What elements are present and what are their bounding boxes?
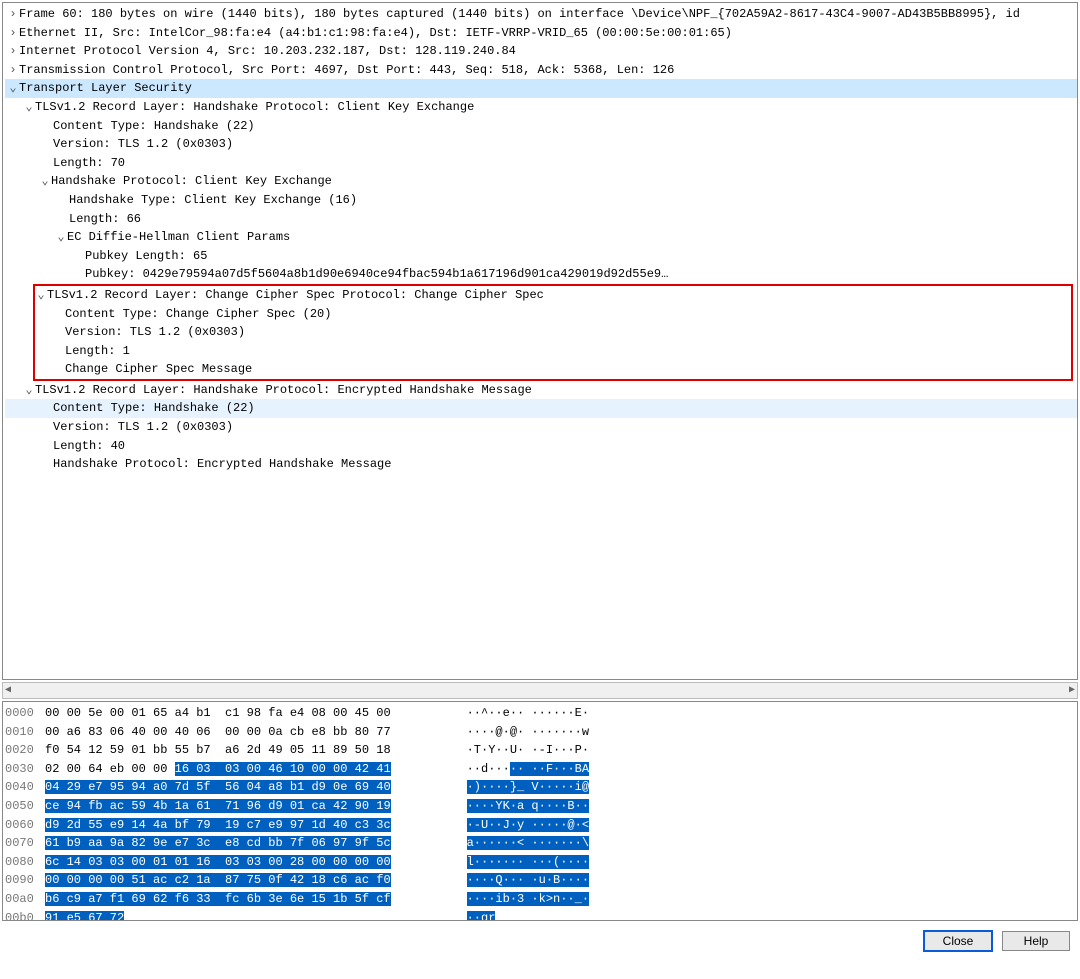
chevron-right-icon[interactable]: › bbox=[7, 24, 19, 43]
tree-row-eth[interactable]: ›Ethernet II, Src: IntelCor_98:fa:e4 (a4… bbox=[5, 24, 1077, 43]
tree-row-tls[interactable]: ⌄Transport Layer Security bbox=[5, 79, 1077, 98]
hex-bytes: 91 e5 67 72 bbox=[45, 909, 445, 921]
hex-offset: 00a0 bbox=[5, 890, 45, 909]
tree-row[interactable]: Length: 66 bbox=[5, 210, 1077, 229]
hex-row[interactable]: 003002 00 64 eb 00 00 16 03 03 00 46 10 … bbox=[5, 760, 1075, 779]
hex-row[interactable]: 009000 00 00 00 51 ac c2 1a 87 75 0f 42 … bbox=[5, 871, 1075, 890]
packet-details-tree[interactable]: ›Frame 60: 180 bytes on wire (1440 bits)… bbox=[2, 2, 1078, 680]
hex-row[interactable]: 0020f0 54 12 59 01 bb 55 b7 a6 2d 49 05 … bbox=[5, 741, 1075, 760]
hex-ascii: ····Q··· ·u·B···· bbox=[467, 871, 657, 890]
hex-row[interactable]: 00806c 14 03 03 00 01 01 16 03 03 00 28 … bbox=[5, 853, 1075, 872]
tree-row-handshake[interactable]: ⌄Handshake Protocol: Client Key Exchange bbox=[5, 172, 1077, 191]
tree-row-frame[interactable]: ›Frame 60: 180 bytes on wire (1440 bits)… bbox=[5, 5, 1077, 24]
tree-row[interactable]: Change Cipher Spec Message bbox=[35, 360, 1071, 379]
chevron-down-icon[interactable]: ⌄ bbox=[23, 381, 35, 400]
hex-ascii: ··^··e·· ······E· bbox=[467, 704, 657, 723]
hex-bytes: ce 94 fb ac 59 4b 1a 61 71 96 d9 01 ca 4… bbox=[45, 797, 445, 816]
hex-ascii: ··d····· ··F···BA bbox=[467, 760, 657, 779]
hex-bytes: 6c 14 03 03 00 01 01 16 03 03 00 28 00 0… bbox=[45, 853, 445, 872]
chevron-down-icon[interactable]: ⌄ bbox=[55, 228, 67, 247]
chevron-right-icon[interactable]: › bbox=[7, 5, 19, 24]
hex-bytes: 02 00 64 eb 00 00 16 03 03 00 46 10 00 0… bbox=[45, 760, 445, 779]
chevron-down-icon[interactable]: ⌄ bbox=[35, 286, 47, 305]
tree-row[interactable]: Pubkey Length: 65 bbox=[5, 247, 1077, 266]
hex-offset: 0080 bbox=[5, 853, 45, 872]
hex-offset: 00b0 bbox=[5, 909, 45, 921]
chevron-right-icon[interactable]: › bbox=[7, 42, 19, 61]
hex-offset: 0030 bbox=[5, 760, 45, 779]
tree-row[interactable]: Length: 40 bbox=[5, 437, 1077, 456]
hex-bytes: 00 00 5e 00 01 65 a4 b1 c1 98 fa e4 08 0… bbox=[45, 704, 445, 723]
hex-ascii: a······< ·······\ bbox=[467, 834, 657, 853]
tree-row[interactable]: Version: TLS 1.2 (0x0303) bbox=[5, 135, 1077, 154]
tree-row[interactable]: Handshake Protocol: Encrypted Handshake … bbox=[5, 455, 1077, 474]
chevron-down-icon[interactable]: ⌄ bbox=[7, 79, 19, 98]
hex-bytes: 00 00 00 00 51 ac c2 1a 87 75 0f 42 18 c… bbox=[45, 871, 445, 890]
tree-row[interactable]: Content Type: Change Cipher Spec (20) bbox=[35, 305, 1071, 324]
tree-row[interactable]: Length: 1 bbox=[35, 342, 1071, 361]
tree-row-record3[interactable]: ⌄TLSv1.2 Record Layer: Handshake Protoco… bbox=[5, 381, 1077, 400]
tree-row[interactable]: Content Type: Handshake (22) bbox=[5, 399, 1077, 418]
hex-bytes: b6 c9 a7 f1 69 62 f6 33 fc 6b 3e 6e 15 1… bbox=[45, 890, 445, 909]
hex-offset: 0070 bbox=[5, 834, 45, 853]
hex-offset: 0040 bbox=[5, 778, 45, 797]
hex-offset: 0020 bbox=[5, 741, 45, 760]
tree-row[interactable]: Pubkey: 0429e79594a07d5f5604a8b1d90e6940… bbox=[5, 265, 1077, 284]
hex-bytes: 04 29 e7 95 94 a0 7d 5f 56 04 a8 b1 d9 0… bbox=[45, 778, 445, 797]
chevron-down-icon[interactable]: ⌄ bbox=[39, 172, 51, 191]
tree-row-record2[interactable]: ⌄TLSv1.2 Record Layer: Change Cipher Spe… bbox=[35, 286, 1071, 305]
hex-ascii: l······· ···(···· bbox=[467, 853, 657, 872]
hex-row[interactable]: 004004 29 e7 95 94 a0 7d 5f 56 04 a8 b1 … bbox=[5, 778, 1075, 797]
hex-row[interactable]: 007061 b9 aa 9a 82 9e e7 3c e8 cd bb 7f … bbox=[5, 834, 1075, 853]
hex-ascii: ··gr bbox=[467, 909, 657, 921]
tree-row-ip[interactable]: ›Internet Protocol Version 4, Src: 10.20… bbox=[5, 42, 1077, 61]
hex-row[interactable]: 00b091 e5 67 72 ··gr bbox=[5, 909, 1075, 921]
tree-row-ecdh[interactable]: ⌄EC Diffie-Hellman Client Params bbox=[5, 228, 1077, 247]
hex-offset: 0010 bbox=[5, 723, 45, 742]
help-button[interactable]: Help bbox=[1002, 931, 1070, 951]
hex-ascii: ·-U··J·y ·····@·< bbox=[467, 816, 657, 835]
chevron-right-icon[interactable]: › bbox=[7, 61, 19, 80]
hex-ascii: ·T·Y··U· ·-I···P· bbox=[467, 741, 657, 760]
hex-offset: 0090 bbox=[5, 871, 45, 890]
close-button[interactable]: Close bbox=[924, 931, 992, 951]
tree-row[interactable]: Version: TLS 1.2 (0x0303) bbox=[5, 418, 1077, 437]
hex-row[interactable]: 001000 a6 83 06 40 00 40 06 00 00 0a cb … bbox=[5, 723, 1075, 742]
tree-row[interactable]: Length: 70 bbox=[5, 154, 1077, 173]
horizontal-scrollbar[interactable] bbox=[2, 682, 1078, 699]
hex-row[interactable]: 0060d9 2d 55 e9 14 4a bf 79 19 c7 e9 97 … bbox=[5, 816, 1075, 835]
hex-row[interactable]: 0050ce 94 fb ac 59 4b 1a 61 71 96 d9 01 … bbox=[5, 797, 1075, 816]
hex-bytes: 61 b9 aa 9a 82 9e e7 3c e8 cd bb 7f 06 9… bbox=[45, 834, 445, 853]
tree-row[interactable]: Handshake Type: Client Key Exchange (16) bbox=[5, 191, 1077, 210]
hex-ascii: ····YK·a q····B·· bbox=[467, 797, 657, 816]
hex-bytes: d9 2d 55 e9 14 4a bf 79 19 c7 e9 97 1d 4… bbox=[45, 816, 445, 835]
tree-row[interactable]: Content Type: Handshake (22) bbox=[5, 117, 1077, 136]
dialog-footer: Close Help bbox=[0, 923, 1080, 957]
hex-row[interactable]: 00a0b6 c9 a7 f1 69 62 f6 33 fc 6b 3e 6e … bbox=[5, 890, 1075, 909]
hex-row[interactable]: 000000 00 5e 00 01 65 a4 b1 c1 98 fa e4 … bbox=[5, 704, 1075, 723]
hex-offset: 0000 bbox=[5, 704, 45, 723]
highlight-box: ⌄TLSv1.2 Record Layer: Change Cipher Spe… bbox=[33, 284, 1073, 381]
hex-bytes: f0 54 12 59 01 bb 55 b7 a6 2d 49 05 11 8… bbox=[45, 741, 445, 760]
hex-bytes: 00 a6 83 06 40 00 40 06 00 00 0a cb e8 b… bbox=[45, 723, 445, 742]
packet-bytes-pane[interactable]: 000000 00 5e 00 01 65 a4 b1 c1 98 fa e4 … bbox=[2, 701, 1078, 921]
chevron-down-icon[interactable]: ⌄ bbox=[23, 98, 35, 117]
hex-ascii: ····ib·3 ·k>n··_· bbox=[467, 890, 657, 909]
hex-ascii: ·)····}_ V·····i@ bbox=[467, 778, 657, 797]
tree-row-record1[interactable]: ⌄TLSv1.2 Record Layer: Handshake Protoco… bbox=[5, 98, 1077, 117]
tree-row-tcp[interactable]: ›Transmission Control Protocol, Src Port… bbox=[5, 61, 1077, 80]
tree-row[interactable]: Version: TLS 1.2 (0x0303) bbox=[35, 323, 1071, 342]
hex-offset: 0060 bbox=[5, 816, 45, 835]
hex-offset: 0050 bbox=[5, 797, 45, 816]
hex-ascii: ····@·@· ·······w bbox=[467, 723, 657, 742]
